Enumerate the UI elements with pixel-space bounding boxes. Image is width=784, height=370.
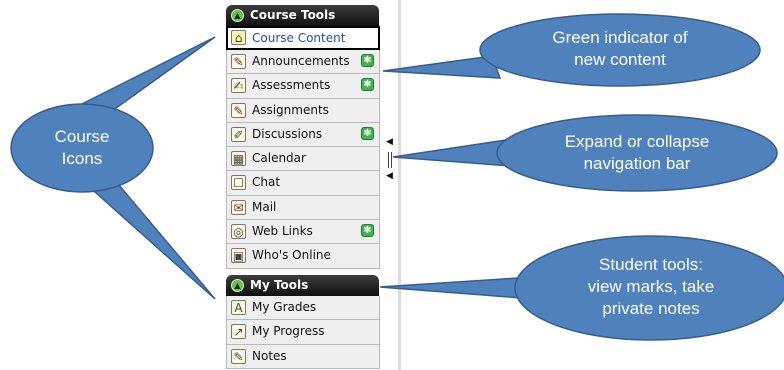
callout-line: Expand or collapse: [564, 132, 710, 151]
callout-line: private notes: [602, 299, 700, 318]
callout-pointer: [84, 177, 216, 300]
callout-line: view marks, take: [587, 277, 715, 296]
callout-pointer: [379, 277, 523, 299]
callout-pointer: [382, 55, 502, 79]
callout-pointer: [392, 139, 511, 167]
callout-line: new content: [574, 50, 666, 69]
callout-course-icons: Course Icons: [30, 126, 134, 170]
callout-line: Icons: [61, 149, 103, 168]
callout-pointer: [69, 36, 216, 112]
callout-student-tools: Student tools: view marks, take private …: [556, 254, 746, 320]
callout-line: navigation bar: [583, 154, 691, 173]
callout-line: Course: [54, 127, 110, 146]
callout-line: Student tools:: [599, 255, 703, 274]
callout-green-indicator: Green indicator of new content: [520, 27, 720, 71]
callout-expand-collapse: Expand or collapse navigation bar: [537, 131, 737, 175]
callout-line: Green indicator of: [552, 28, 688, 47]
